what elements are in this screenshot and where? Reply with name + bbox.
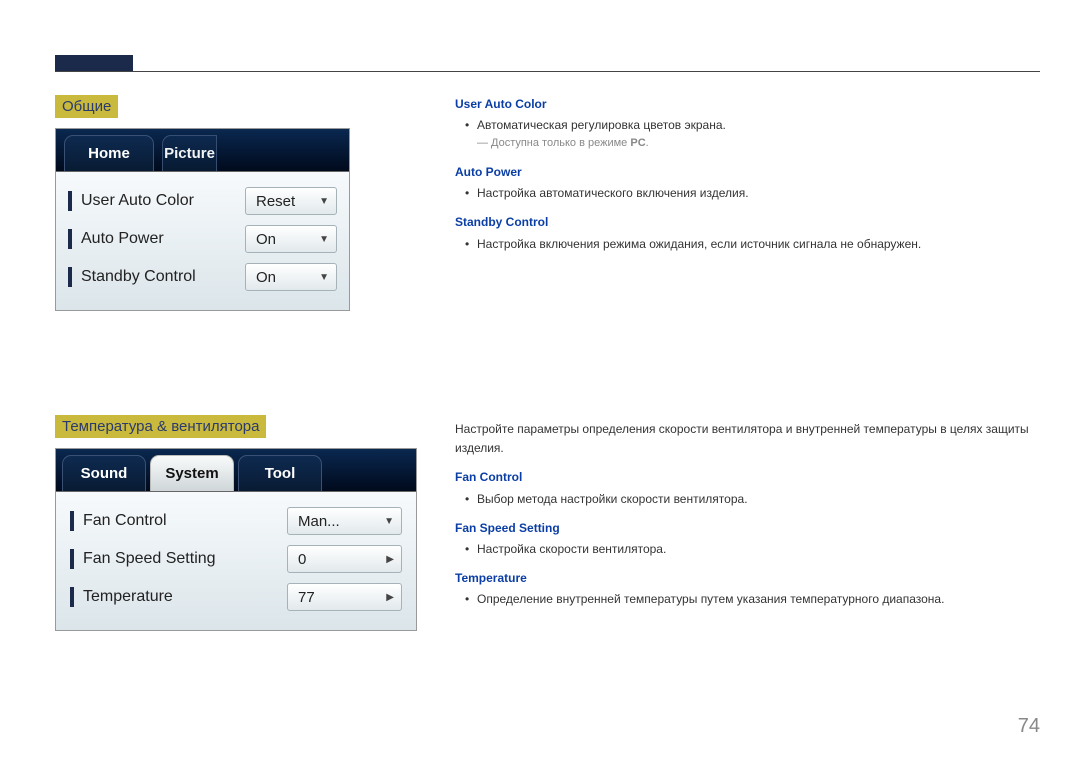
stepper-temperature[interactable]: 77 ▶	[287, 583, 402, 611]
desc-head: Standby Control	[455, 213, 1040, 232]
dropdown-standby-control[interactable]: On ▼	[245, 263, 337, 291]
dropdown-value: Reset	[256, 193, 295, 210]
desc-bullet: Выбор метода настройки скорости вентилят…	[455, 490, 1040, 509]
menu-body-2: Fan Control Man...▼ Fan Speed Setting 0▶…	[56, 492, 416, 630]
desc-head: Fan Speed Setting	[455, 519, 1040, 538]
menu-label-text: Temperature	[83, 588, 173, 606]
menu-label-text: User Auto Color	[81, 192, 194, 210]
note-bold: PC	[630, 137, 645, 149]
dropdown-auto-power[interactable]: On ▼	[245, 225, 337, 253]
menu-row: Standby Control On ▼	[68, 258, 337, 296]
chevron-down-icon: ▼	[319, 272, 329, 283]
section-2-left: Температура & вентилятора Sound System T…	[55, 415, 415, 631]
desc-intro: Настройте параметры определения скорости…	[455, 420, 1040, 458]
note-suffix: .	[646, 137, 649, 149]
desc-bullet: Настройка автоматического включения изде…	[455, 184, 1040, 203]
chevron-down-icon: ▼	[319, 196, 329, 207]
note-text: Доступна только в режиме	[491, 137, 630, 149]
section-2-title: Температура & вентилятора	[55, 415, 266, 438]
section-1-title: Общие	[55, 95, 118, 118]
desc-bullet: Настройка скорости вентилятора.	[455, 540, 1040, 559]
menu-label: Temperature	[70, 587, 277, 607]
tab-sound[interactable]: Sound	[62, 455, 146, 491]
dropdown-user-auto-color[interactable]: Reset ▼	[245, 187, 337, 215]
menu-label: Standby Control	[68, 267, 235, 287]
header-decoration	[55, 55, 133, 71]
desc-bullet: Автоматическая регулировка цветов экрана…	[455, 116, 1040, 135]
stepper-value: 77	[298, 589, 315, 606]
panel-1: Home Picture User Auto Color Reset ▼ Auto…	[55, 128, 350, 311]
tab-picture[interactable]: Picture	[162, 135, 217, 171]
menu-label-text: Auto Power	[81, 230, 164, 248]
chevron-down-icon: ▼	[384, 516, 394, 527]
dropdown-value: On	[256, 269, 276, 286]
tab-bar-2: Sound System Tool	[56, 449, 416, 492]
dropdown-value: Man...	[298, 513, 340, 530]
desc-head: Auto Power	[455, 163, 1040, 182]
menu-label-text: Fan Speed Setting	[83, 550, 216, 568]
desc-head: Temperature	[455, 569, 1040, 588]
chevron-right-icon: ▶	[386, 554, 394, 565]
menu-row: Auto Power On ▼	[68, 220, 337, 258]
dropdown-value: On	[256, 231, 276, 248]
section-1-description: User Auto Color Автоматическая регулиров…	[455, 95, 1040, 254]
menu-label-text: Standby Control	[81, 268, 196, 286]
menu-row: Temperature 77 ▶	[70, 578, 402, 616]
desc-bullet: Определение внутренней температуры путем…	[455, 590, 1040, 609]
panel-2: Sound System Tool Fan Control Man... ▼ Fa…	[55, 448, 417, 631]
tab-tool[interactable]: Tool	[238, 455, 322, 491]
bar-icon	[68, 191, 72, 211]
menu-row: User Auto Color Reset ▼	[68, 182, 337, 220]
dropdown-fan-control[interactable]: Man... ▼	[287, 507, 402, 535]
bar-icon	[70, 549, 74, 569]
menu-body-1: User Auto Color Reset ▼ Auto Power On ▼ St…	[56, 172, 349, 310]
chevron-down-icon: ▼	[319, 234, 329, 245]
menu-label: Fan Control	[70, 511, 277, 531]
menu-row: Fan Control Man... ▼	[70, 502, 402, 540]
section-1-left: Общие Home Picture User Auto Color Reset…	[55, 95, 405, 311]
desc-head: Fan Control	[455, 468, 1040, 487]
bar-icon	[68, 229, 72, 249]
tab-system[interactable]: System	[150, 455, 234, 491]
section-2-description: Настройте параметры определения скорости…	[455, 420, 1040, 610]
tab-home[interactable]: Home	[64, 135, 154, 171]
desc-head: User Auto Color	[455, 95, 1040, 114]
menu-label: Fan Speed Setting	[70, 549, 277, 569]
desc-bullet: Настройка включения режима ожидания, есл…	[455, 235, 1040, 254]
menu-label: User Auto Color	[68, 191, 235, 211]
menu-row: Fan Speed Setting 0▶	[70, 540, 402, 578]
bar-icon	[68, 267, 72, 287]
stepper-value: 0	[298, 551, 306, 568]
desc-note: Доступна только в режиме PC.	[455, 135, 1040, 153]
chevron-right-icon: ▶	[386, 592, 394, 603]
page-number: 74	[1018, 715, 1040, 738]
bar-icon	[70, 587, 74, 607]
bar-icon	[70, 511, 74, 531]
tab-bar-1: Home Picture	[56, 129, 349, 172]
menu-label-text: Fan Control	[83, 512, 167, 530]
header-rule	[55, 71, 1040, 72]
menu-label: Auto Power	[68, 229, 235, 249]
stepper-fan-speed[interactable]: 0▶	[287, 545, 402, 573]
